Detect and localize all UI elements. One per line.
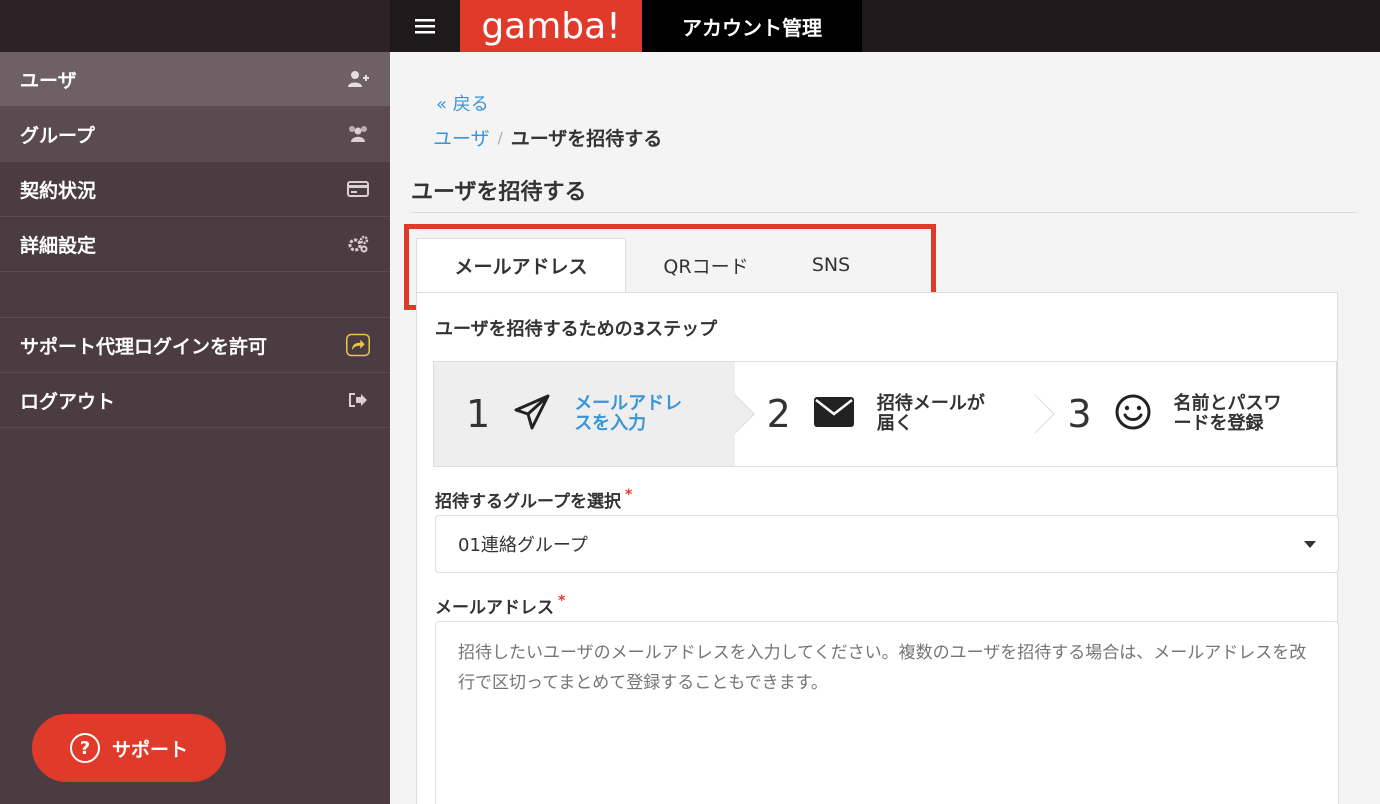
hamburger-menu-button[interactable] — [390, 0, 460, 52]
steps-title: ユーザを招待するための3ステップ — [435, 319, 718, 340]
smile-icon — [1114, 393, 1152, 435]
email-field-label-text: メールアドレス — [435, 598, 554, 618]
invite-form-card: ユーザを招待するための3ステップ 1 メールアドレスを入力 2 招待メールが届く… — [416, 292, 1339, 804]
divider — [411, 212, 1357, 213]
sidebar-item-label: サポート代理ログインを許可 — [20, 335, 268, 358]
step-number: 2 — [766, 392, 791, 436]
app-title: アカウント管理 — [642, 0, 862, 52]
email-field-label: メールアドレス * — [435, 593, 565, 618]
user-add-icon — [346, 67, 370, 91]
breadcrumb-parent[interactable]: ユーザ — [433, 124, 490, 151]
sidebar-header — [0, 0, 390, 52]
step-3: 3 名前とパスワードを登録 — [1035, 362, 1337, 466]
sidebar-item-label: ログアウト — [20, 390, 116, 413]
support-button-label: サポート — [111, 738, 188, 761]
breadcrumb-current: ユーザを招待する — [510, 128, 663, 150]
tab-email[interactable]: メールアドレス — [416, 238, 626, 292]
required-mark: * — [558, 593, 566, 609]
step-number: 3 — [1067, 392, 1092, 436]
support-button[interactable]: ? サポート — [32, 714, 226, 782]
sidebar-item-settings[interactable]: 詳細設定 — [0, 217, 390, 272]
sidebar-item-label: 詳細設定 — [20, 234, 97, 257]
group-field-label-text: 招待するグループを選択 — [435, 492, 621, 512]
cogs-icon — [346, 232, 370, 256]
breadcrumb: ユーザ / ユーザを招待する — [433, 124, 662, 151]
sidebar-item-support-login[interactable]: サポート代理ログインを許可 — [0, 318, 390, 373]
sidebar-item-users[interactable]: ユーザ — [0, 52, 390, 107]
breadcrumb-separator: / — [497, 128, 503, 147]
envelope-icon — [813, 396, 855, 432]
tab-qr-code[interactable]: QRコード — [626, 238, 786, 292]
page-title: ユーザを招待する — [411, 180, 587, 205]
group-select-value: 01連絡グループ — [458, 535, 588, 556]
sign-out-icon — [346, 388, 370, 412]
sidebar-item-label: グループ — [20, 124, 95, 147]
step-label: メールアドレスを入力 — [574, 393, 683, 434]
users-icon — [346, 122, 370, 146]
top-bar: gamba! アカウント管理 — [390, 0, 1380, 52]
required-mark: * — [624, 487, 633, 503]
share-icon[interactable] — [346, 333, 370, 357]
caret-down-icon — [1304, 540, 1316, 548]
group-select[interactable]: 01連絡グループ — [435, 515, 1339, 573]
sidebar-item-label: ユーザ — [20, 69, 77, 92]
back-link[interactable]: « 戻る — [436, 90, 489, 116]
sidebar-spacer — [0, 272, 390, 318]
tab-bar: メールアドレス QRコード SNS — [416, 238, 876, 292]
hamburger-icon — [415, 19, 435, 34]
steps-indicator: 1 メールアドレスを入力 2 招待メールが届く 3 名前とパスワードを登録 — [433, 361, 1337, 467]
sidebar-item-label: 契約状況 — [20, 179, 97, 202]
sidebar-item-contract[interactable]: 契約状況 — [0, 162, 390, 217]
step-1: 1 メールアドレスを入力 — [434, 362, 755, 466]
main-content: « 戻る ユーザ / ユーザを招待する ユーザを招待する メールアドレス QRコ… — [390, 52, 1380, 804]
logo[interactable]: gamba! — [460, 0, 642, 52]
paper-plane-icon — [512, 392, 552, 436]
step-2: 2 招待メールが届く — [734, 362, 1056, 466]
step-label: 招待メールが届く — [876, 393, 985, 434]
tab-sns[interactable]: SNS — [786, 238, 876, 292]
question-circle-icon: ? — [69, 733, 100, 763]
group-field-label: 招待するグループを選択 * — [435, 487, 632, 512]
sidebar-item-logout[interactable]: ログアウト — [0, 373, 390, 428]
email-input[interactable] — [435, 621, 1339, 804]
step-label: 名前とパスワードを登録 — [1173, 393, 1282, 434]
sidebar: ユーザ グループ 契約状況 詳細設定 サポート代理ログインを許可 ログアウト ?… — [0, 0, 390, 804]
credit-card-icon — [346, 177, 370, 201]
sidebar-item-groups[interactable]: グループ — [0, 107, 390, 162]
step-number: 1 — [466, 392, 491, 436]
